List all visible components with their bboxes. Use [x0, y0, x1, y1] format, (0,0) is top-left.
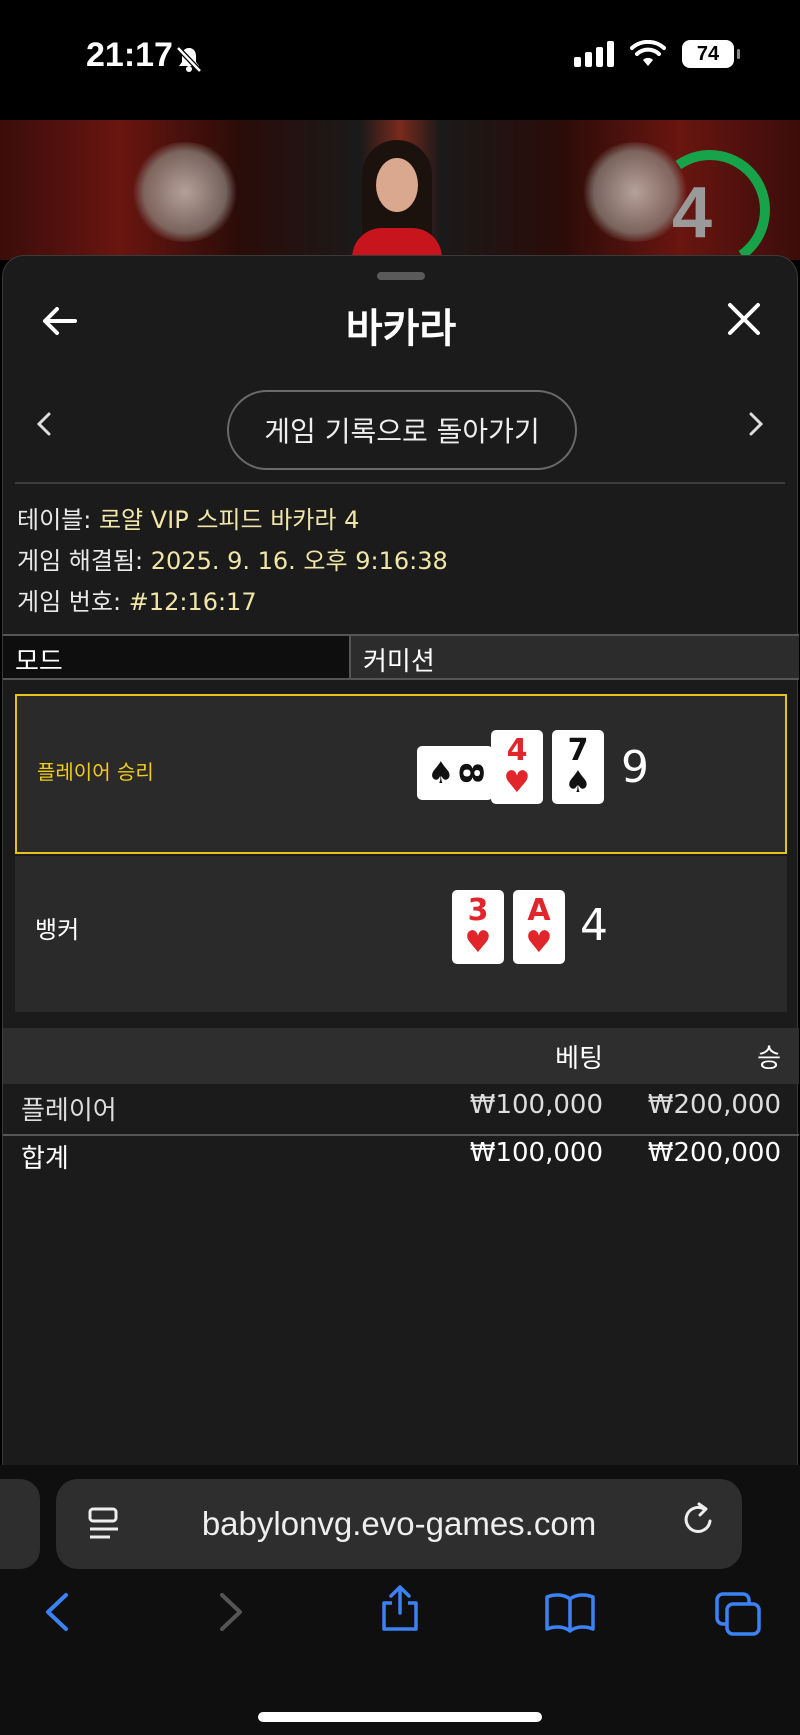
- signal-icon: [574, 41, 614, 67]
- bet-table-header: 베팅 승: [3, 1028, 799, 1084]
- card-rank: 3: [467, 893, 489, 928]
- game-number-value: #12:16:17: [128, 588, 257, 616]
- mode-label: 모드: [3, 636, 349, 678]
- dealer-image: [352, 140, 442, 260]
- table-row: 플레이어 ₩100,000 ₩200,000: [3, 1088, 799, 1132]
- playing-card: 3 ♥: [452, 890, 504, 964]
- wifi-icon: [630, 40, 666, 66]
- reload-icon[interactable]: [682, 1501, 716, 1546]
- header-bet: 베팅: [555, 1044, 603, 1074]
- round-timer: 4: [672, 173, 713, 253]
- card-suit: ♥: [525, 925, 553, 960]
- playing-card: 4 ♥: [491, 730, 543, 804]
- total-win: ₩200,000: [647, 1138, 781, 1168]
- total-bet: ₩100,000: [469, 1138, 603, 1168]
- card-rank: 4: [506, 733, 528, 768]
- banker-result-panel: 뱅커 3 ♥ A ♥ 4: [15, 856, 787, 1012]
- battery-indicator: 74: [682, 40, 740, 68]
- sheet-grabber[interactable]: [377, 272, 425, 280]
- card-suit: ♥: [464, 925, 492, 960]
- game-history-sheet: 바카라 게임 기록으로 돌아가기 테이블: 로얄 VIP 스피드 바카라 4 게…: [2, 255, 799, 1465]
- browser-chrome: babylonvg.evo-games.com: [0, 1465, 800, 1735]
- previous-tab-peek[interactable]: [0, 1479, 40, 1569]
- back-icon[interactable]: [44, 1591, 70, 1644]
- commission-label: 커미션: [349, 636, 799, 678]
- previous-game-chevron-icon[interactable]: [35, 406, 53, 447]
- win-amount: ₩200,000: [647, 1090, 781, 1120]
- address-bar[interactable]: babylonvg.evo-games.com: [56, 1479, 742, 1569]
- player-result-panel: 플레이어 승리 ♠ 8 4 ♥ 7 ♠ 9: [15, 694, 787, 854]
- card-suit: ♠: [564, 765, 592, 800]
- status-time: 21:17: [86, 36, 173, 74]
- header-win: 승: [757, 1044, 781, 1074]
- table-label: 테이블:: [17, 506, 92, 534]
- total-row: 합계 ₩100,000 ₩200,000: [3, 1134, 799, 1178]
- bet-amount: ₩100,000: [469, 1090, 603, 1120]
- home-indicator: [258, 1712, 542, 1722]
- total-label: 합계: [21, 1144, 69, 1174]
- playing-card: A ♥: [513, 890, 565, 964]
- player-score: 9: [621, 742, 649, 793]
- bookmarks-icon[interactable]: [544, 1591, 596, 1644]
- bet-name: 플레이어: [21, 1096, 117, 1126]
- resolved-info-line: 게임 해결됨: 2025. 9. 16. 오후 9:16:38: [17, 541, 448, 582]
- browser-toolbar: [0, 1585, 800, 1661]
- status-icons: 74: [574, 40, 740, 68]
- table-info-line: 테이블: 로얄 VIP 스피드 바카라 4: [17, 500, 448, 541]
- banker-score: 4: [580, 900, 608, 951]
- card-suit: ♠: [427, 756, 455, 791]
- table-value: 로얄 VIP 스피드 바카라 4: [98, 506, 360, 534]
- sheet-title: 바카라: [345, 306, 457, 352]
- game-info: 테이블: 로얄 VIP 스피드 바카라 4 게임 해결됨: 2025. 9. 1…: [17, 500, 448, 623]
- silent-bell-icon: [176, 46, 202, 73]
- resolved-value: 2025. 9. 16. 오후 9:16:38: [150, 547, 448, 575]
- next-game-chevron-icon[interactable]: [747, 406, 765, 447]
- live-video-strip: 4: [0, 120, 800, 260]
- player-win-label: 플레이어 승리: [37, 760, 154, 784]
- game-number-label: 게임 번호:: [17, 588, 122, 616]
- card-rank: 7: [567, 733, 589, 768]
- mode-row: 모드 커미션: [3, 634, 799, 680]
- url-text[interactable]: babylonvg.evo-games.com: [56, 1505, 742, 1543]
- card-rank: 8: [452, 761, 491, 785]
- game-number-line: 게임 번호: #12:16:17: [17, 582, 448, 623]
- card-suit: ♥: [503, 765, 531, 800]
- card-rank: A: [527, 893, 551, 928]
- playing-card: 7 ♠: [552, 730, 604, 804]
- back-to-history-button[interactable]: 게임 기록으로 돌아가기: [227, 390, 577, 470]
- playing-card: ♠ 8: [417, 746, 493, 800]
- resolved-label: 게임 해결됨:: [17, 547, 144, 575]
- dragon-emblem-icon: [130, 142, 240, 242]
- banker-label: 뱅커: [35, 916, 80, 944]
- tabs-icon[interactable]: [714, 1591, 762, 1648]
- status-bar: 21:17 74: [0, 0, 800, 120]
- close-icon[interactable]: [727, 296, 761, 347]
- share-icon[interactable]: [380, 1583, 420, 1644]
- forward-icon[interactable]: [218, 1591, 244, 1644]
- divider: [15, 482, 785, 484]
